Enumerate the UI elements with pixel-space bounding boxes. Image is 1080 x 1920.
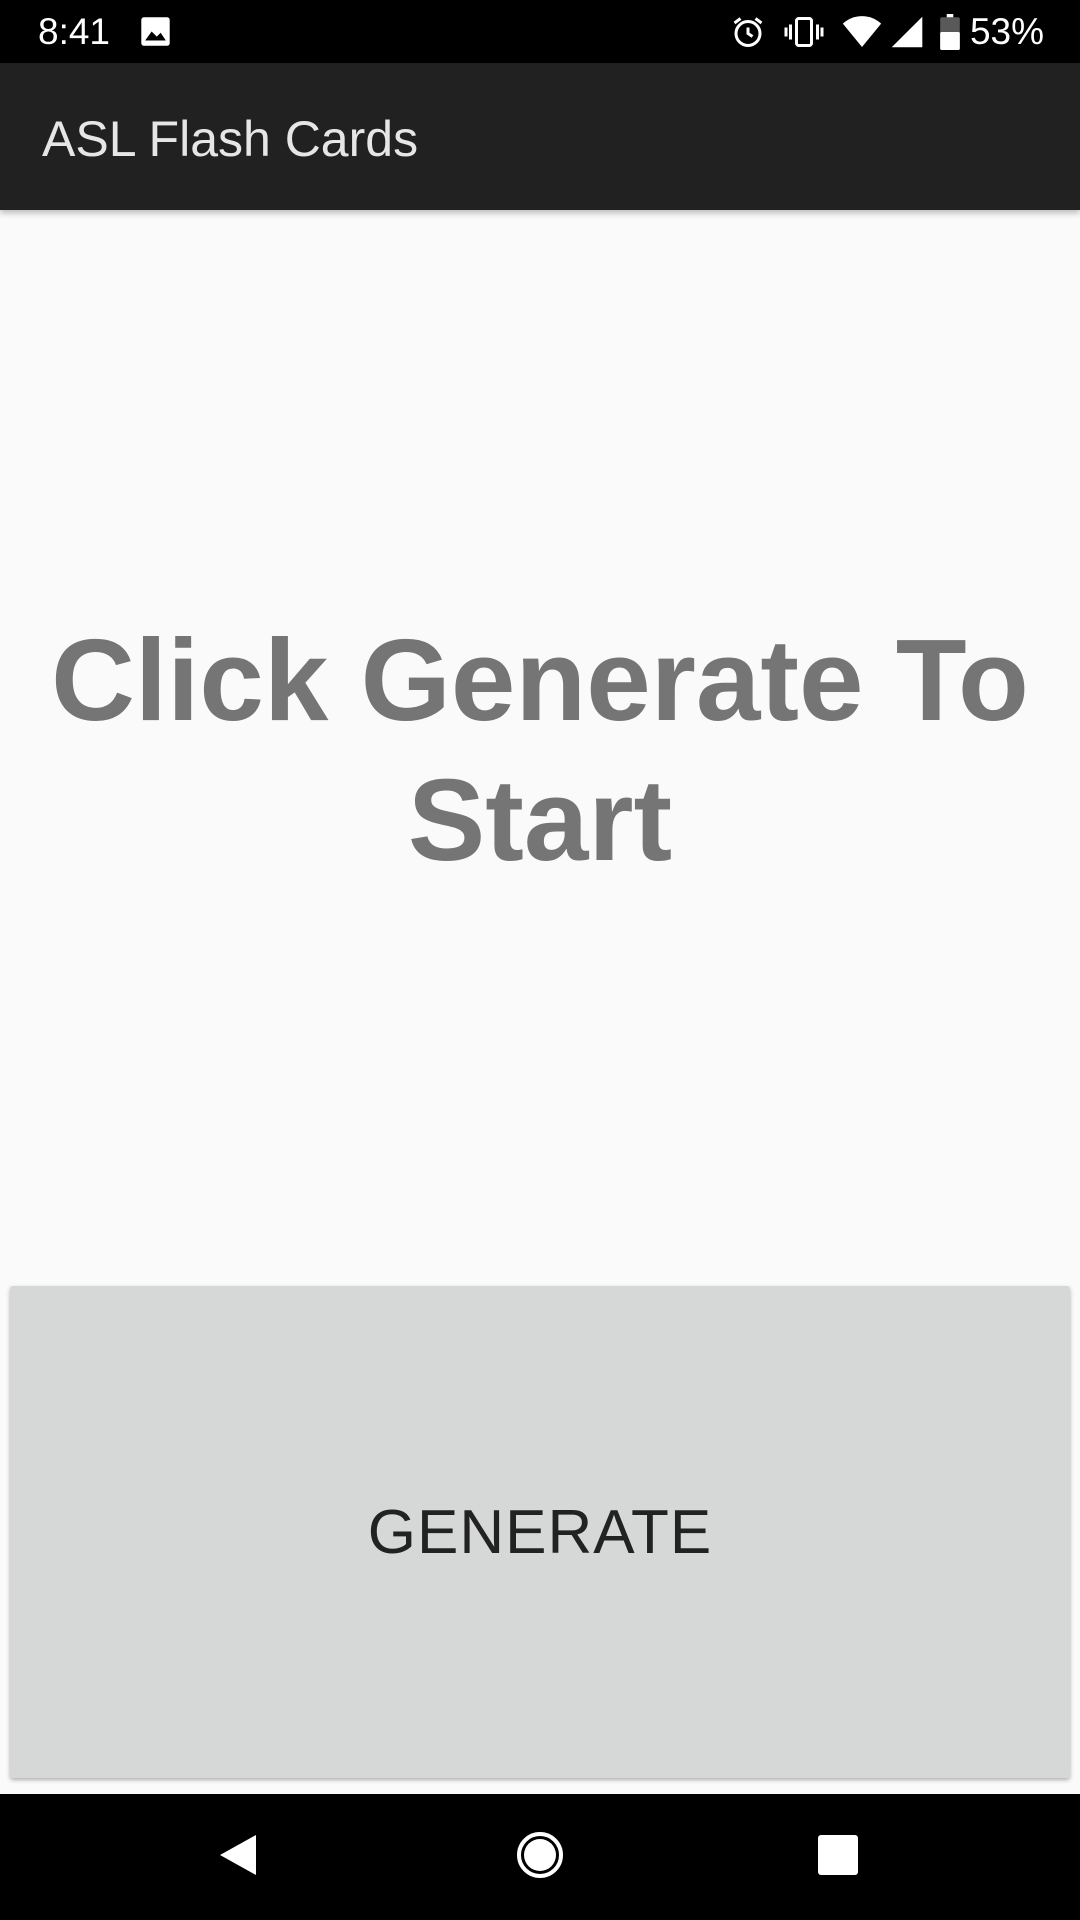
vibrate-icon <box>784 14 824 50</box>
image-icon <box>140 16 171 47</box>
generate-button-label: GENERATE <box>367 1497 713 1567</box>
battery-icon <box>940 14 960 50</box>
cell-signal-icon <box>890 15 924 49</box>
battery-percent: 53% <box>969 11 1044 52</box>
app-title: ASL Flash Cards <box>42 111 419 167</box>
app-bar: ASL Flash Cards <box>0 63 1080 210</box>
back-icon <box>216 1831 260 1884</box>
status-bar: 8:41 53% <box>0 0 1080 63</box>
nav-bar <box>0 1794 1080 1920</box>
generate-button[interactable]: GENERATE <box>10 1286 1070 1778</box>
status-time: 8:41 <box>38 11 111 52</box>
prompt-text: Click Generate To Start <box>51 615 1029 885</box>
recents-button[interactable] <box>758 1794 918 1920</box>
alarm-icon <box>730 14 766 50</box>
status-icons: 53% <box>712 9 1044 55</box>
recents-icon <box>817 1834 859 1881</box>
home-button[interactable] <box>460 1794 620 1920</box>
home-icon <box>515 1830 565 1885</box>
screen: 8:41 53% ASL Flash Cards Click Generate … <box>0 0 1080 1920</box>
wifi-icon <box>842 15 882 49</box>
back-button[interactable] <box>158 1794 318 1920</box>
